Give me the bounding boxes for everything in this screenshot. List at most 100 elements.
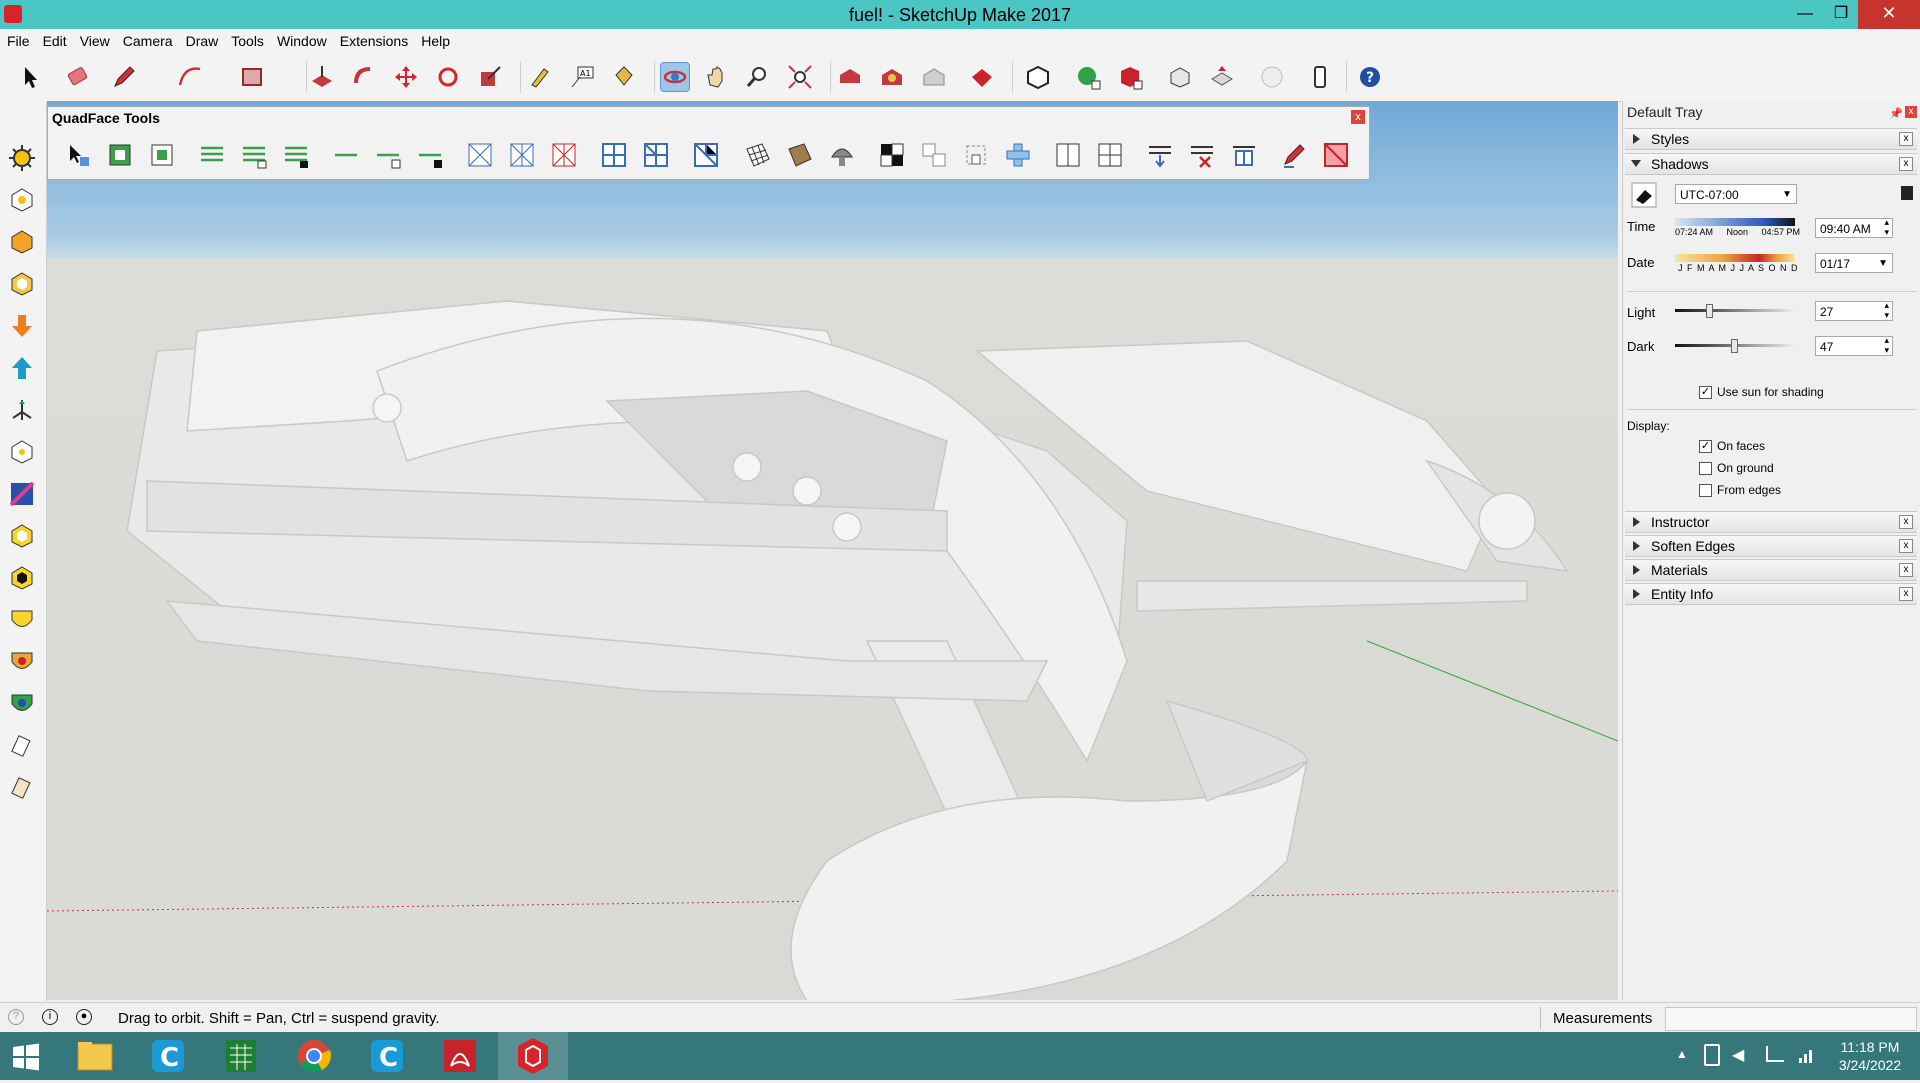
light-slider-thumb[interactable] (1706, 304, 1713, 318)
flip-edge-icon[interactable] (920, 141, 948, 169)
pan-hand-icon[interactable] (702, 63, 730, 91)
panel-shadows[interactable]: Shadows x (1625, 153, 1917, 175)
bucket-icon[interactable] (8, 186, 36, 214)
uv-map-icon[interactable] (744, 141, 772, 169)
send-to-layout-icon[interactable] (1208, 63, 1236, 91)
shrink-selection-icon[interactable] (148, 141, 176, 169)
checker-icon[interactable] (878, 141, 906, 169)
wrap-uv-icon[interactable] (1004, 141, 1032, 169)
build-corners-icon[interactable] (692, 141, 720, 169)
pin-icon[interactable]: 📌 (1889, 107, 1903, 120)
model-viewport[interactable] (47, 101, 1618, 1000)
panel-close-icon[interactable]: x (1899, 563, 1913, 577)
time-field[interactable]: 09:40 AM ▴ ▾ (1815, 217, 1893, 238)
panel-soften-edges[interactable]: Soften Edges x (1625, 535, 1917, 557)
menu-file[interactable]: File (0, 29, 36, 49)
pencil-icon[interactable] (110, 63, 138, 91)
cube-view-icon[interactable] (1024, 63, 1052, 91)
hexagon-orange-icon[interactable] (8, 228, 36, 256)
quadface-toolbar[interactable]: QuadFace Tools x (47, 106, 1370, 180)
share-model-icon[interactable] (920, 63, 948, 91)
export-obj-icon[interactable] (1188, 141, 1216, 169)
taskbar-acrobat-icon[interactable] (425, 1032, 495, 1080)
tray-chevron-up-icon[interactable]: ▲ (1676, 1047, 1688, 1061)
start-windows-icon[interactable] (12, 1043, 40, 1071)
panel-close-icon[interactable]: x (1899, 587, 1913, 601)
dark-field[interactable]: 47 ▴ ▾ (1815, 335, 1893, 356)
eraser-icon[interactable] (64, 63, 92, 91)
taskbar-chrome-icon[interactable] (279, 1032, 349, 1080)
panel-close-icon[interactable]: x (1899, 539, 1913, 553)
menu-tools[interactable]: Tools (224, 29, 270, 49)
eraser-tan-icon[interactable] (8, 774, 36, 802)
paint-bucket-icon[interactable] (610, 63, 638, 91)
smooth-quad-icon[interactable] (1054, 141, 1082, 169)
on-ground-checkbox[interactable] (1699, 462, 1712, 475)
section-plane-icon[interactable] (8, 480, 36, 508)
panel-close-icon[interactable]: x (1899, 157, 1913, 171)
add-sphere-icon[interactable] (1074, 63, 1102, 91)
panel-materials[interactable]: Materials x (1625, 559, 1917, 581)
shrink-ring-icon[interactable] (282, 141, 310, 169)
info-icon[interactable]: i (42, 1009, 58, 1025)
geolocation-icon[interactable]: ? (8, 1009, 24, 1025)
triangulate-icon[interactable] (508, 141, 536, 169)
light-field[interactable]: 27 ▴ ▾ (1815, 300, 1893, 321)
move-icon[interactable] (392, 63, 420, 91)
quad-select-icon[interactable] (64, 141, 92, 169)
quad-grid-icon[interactable] (1096, 141, 1124, 169)
volume-icon[interactable]: ◀ (1732, 1045, 1744, 1065)
taskbar-calculator-icon[interactable] (206, 1032, 276, 1080)
menu-window[interactable]: Window (270, 29, 333, 49)
uv-sphere-icon[interactable] (828, 141, 856, 169)
use-sun-checkbox[interactable]: ✓ (1699, 386, 1712, 399)
timezone-select[interactable]: UTC-07:00 ▼ (1675, 184, 1797, 204)
components-3d-icon[interactable] (878, 63, 906, 91)
shield-yellow-icon[interactable] (8, 606, 36, 634)
date-slider[interactable] (1675, 254, 1795, 262)
quad-face-icon[interactable] (1322, 141, 1350, 169)
camera-position-icon[interactable] (8, 438, 36, 466)
details-toggle-icon[interactable] (1901, 186, 1913, 200)
rotate-icon[interactable] (434, 63, 462, 91)
model-info-icon[interactable] (1306, 63, 1334, 91)
quad-settings-icon[interactable] (1230, 141, 1258, 169)
panel-close-icon[interactable]: x (1899, 515, 1913, 529)
model-canvas[interactable] (47, 101, 1618, 1000)
light-slider[interactable] (1675, 309, 1795, 312)
import-obj-icon[interactable] (1146, 141, 1174, 169)
grow-ring-icon[interactable] (240, 141, 268, 169)
arrow-up-icon[interactable] (8, 354, 36, 382)
uv-texture-icon[interactable] (786, 141, 814, 169)
menu-help[interactable]: Help (414, 29, 456, 49)
menu-extensions[interactable]: Extensions (333, 29, 414, 49)
spinner-icon[interactable]: ▴ ▾ (1884, 217, 1889, 237)
panel-instructor[interactable]: Instructor x (1625, 511, 1917, 533)
help-icon[interactable]: ? (1356, 63, 1384, 91)
region-to-loop-icon[interactable] (466, 141, 494, 169)
time-slider[interactable] (1675, 218, 1795, 226)
remove-shape-icon[interactable] (1116, 63, 1144, 91)
select-ring-icon[interactable] (198, 141, 226, 169)
push-pull-icon[interactable] (308, 63, 336, 91)
menu-edit[interactable]: Edit (36, 29, 73, 49)
panel-styles[interactable]: Styles x (1625, 128, 1917, 150)
user-icon[interactable]: ● (76, 1009, 92, 1025)
select-arrow-icon[interactable] (16, 63, 44, 91)
tape-measure-icon[interactable] (526, 63, 554, 91)
hexagon-yellow-icon[interactable] (8, 522, 36, 550)
shield-green-icon[interactable] (8, 690, 36, 718)
sphere-icon[interactable] (1258, 63, 1286, 91)
arc-icon[interactable] (176, 63, 204, 91)
close-button[interactable]: ✕ (1858, 0, 1920, 29)
scale-icon[interactable] (476, 63, 504, 91)
shadows-toggle-icon[interactable] (1631, 182, 1657, 208)
hexagon-outline-icon[interactable] (8, 270, 36, 298)
sun-icon[interactable] (8, 144, 36, 172)
follow-me-icon[interactable] (350, 63, 378, 91)
taskbar-sketchup-icon[interactable] (498, 1032, 568, 1080)
zoom-extents-icon[interactable] (786, 63, 814, 91)
network-icon[interactable] (1766, 1046, 1784, 1062)
panel-close-icon[interactable]: x (1899, 132, 1913, 146)
date-field[interactable]: 01/17 ▼ (1815, 253, 1893, 273)
